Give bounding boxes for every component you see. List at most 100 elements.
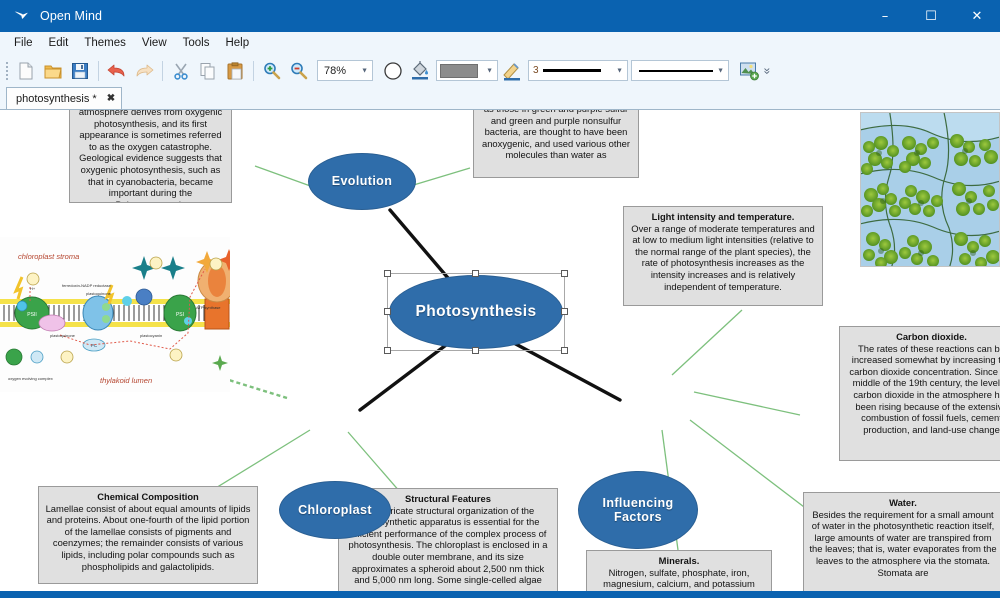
border-style-preview — [639, 69, 713, 72]
menu-help[interactable]: Help — [217, 35, 257, 51]
note-text: as those in green and purple sulfur and … — [481, 110, 630, 161]
note-chemical-composition[interactable]: Chemical Composition Lamellae consist of… — [38, 486, 258, 584]
node-evolution[interactable]: Evolution — [308, 153, 416, 210]
cut-button[interactable] — [168, 58, 194, 84]
undo-button[interactable] — [104, 58, 130, 84]
clipboard-paste-icon — [227, 61, 243, 79]
note-text: The rates of these reactions can be incr… — [849, 342, 1000, 435]
note-title: Chemical Composition — [97, 491, 199, 502]
toolbar: 78% ▼ ▼ 3 ▼ ▼ » — [0, 54, 1000, 87]
svg-text:ferredoxin-NADP reductase: ferredoxin-NADP reductase — [62, 283, 112, 288]
fill-color-button[interactable] — [407, 58, 433, 84]
copy-button[interactable] — [195, 58, 221, 84]
bottom-status-strip — [0, 591, 1000, 598]
ellipse-shape-button[interactable] — [380, 58, 406, 84]
note-oxygen-atmosphere[interactable]: atmosphere derives from oxygenic photosy… — [69, 109, 232, 203]
note-light-intensity[interactable]: Light intensity and temperature. Over a … — [623, 206, 823, 306]
zoom-in-button[interactable] — [259, 58, 285, 84]
resize-handle-s[interactable] — [472, 347, 479, 354]
menu-tools[interactable]: Tools — [175, 35, 218, 51]
svg-text:oxygen evolving complex: oxygen evolving complex — [8, 376, 53, 381]
resize-handle-w[interactable] — [384, 308, 391, 315]
node-chloroplast[interactable]: Chloroplast — [279, 481, 391, 539]
toolbar-grip[interactable] — [3, 60, 10, 82]
svg-text:thylakoid lumen: thylakoid lumen — [100, 376, 152, 385]
note-anoxygenic-bacteria[interactable]: as those in green and purple sulfur and … — [473, 110, 639, 178]
toolbar-overflow-button[interactable]: » — [760, 64, 774, 78]
save-button[interactable] — [67, 58, 93, 84]
overflow-chevron-icon: » — [760, 67, 775, 74]
open-folder-button[interactable] — [40, 58, 66, 84]
note-title: Water. — [889, 497, 917, 508]
app-logo-icon — [9, 3, 35, 29]
menu-themes[interactable]: Themes — [76, 35, 134, 51]
image-thylakoid-diagram[interactable]: PSII PSI PC chloroplast stroma thylakoid… — [0, 237, 230, 392]
note-text: atmosphere derives from oxygenic photosy… — [78, 109, 223, 202]
maximize-button[interactable]: ☐ — [908, 0, 954, 32]
ellipse-shape-icon — [384, 61, 402, 80]
resize-handle-nw[interactable] — [384, 270, 391, 277]
image-chloroplast-micrograph[interactable] — [860, 112, 1000, 267]
note-carbon-dioxide[interactable]: Carbon dioxide. The rates of these react… — [839, 326, 1000, 461]
copy-icon — [200, 62, 215, 79]
node-label: Influencing Factors — [602, 495, 674, 524]
new-document-button[interactable] — [13, 58, 39, 84]
resize-handle-e[interactable] — [561, 308, 568, 315]
note-water[interactable]: Water. Besides the requirement for a sma… — [803, 492, 1000, 597]
window-controls: – ☐ ✕ — [862, 0, 1000, 32]
open-folder-icon — [44, 65, 62, 78]
line-color-button[interactable] — [499, 58, 525, 84]
note-title: Carbon dioxide. — [896, 331, 967, 342]
redo-button[interactable] — [131, 58, 157, 84]
chevron-down-icon: ▼ — [616, 67, 623, 74]
floppy-save-icon — [72, 62, 88, 79]
redo-arrow-icon — [136, 64, 154, 76]
toolbar-separator — [253, 60, 254, 81]
selection-frame — [384, 270, 568, 354]
resize-handle-sw[interactable] — [384, 347, 391, 354]
resize-handle-ne[interactable] — [561, 270, 568, 277]
svg-text:PC: PC — [91, 343, 98, 348]
window-title: Open Mind — [40, 9, 103, 23]
menu-file[interactable]: File — [6, 35, 41, 51]
svg-text:PSII: PSII — [27, 312, 36, 318]
note-text: Nitrogen, sulfate, phosphate, iron, magn… — [603, 566, 755, 590]
note-title: Minerals. — [658, 555, 700, 566]
tab-close-icon[interactable]: ✖ — [107, 93, 115, 104]
line-width-combobox[interactable]: 3 ▼ — [528, 60, 628, 81]
insert-image-button[interactable] — [736, 58, 762, 84]
zoom-level-value: 78% — [324, 64, 347, 77]
magnifier-plus-icon — [264, 62, 281, 79]
scissors-icon — [174, 63, 188, 80]
toolbar-separator — [162, 60, 163, 81]
resize-handle-se[interactable] — [561, 347, 568, 354]
chevron-down-icon: ▼ — [361, 67, 368, 74]
chevron-down-icon: ▼ — [486, 67, 493, 74]
paste-button[interactable] — [222, 58, 248, 84]
close-icon: ✕ — [971, 8, 983, 24]
note-title: Light intensity and temperature. — [651, 211, 795, 222]
minimize-button[interactable]: – — [862, 0, 908, 32]
svg-text:ATP synthase: ATP synthase — [196, 305, 221, 310]
close-button[interactable]: ✕ — [954, 0, 1000, 32]
resize-handle-n[interactable] — [472, 270, 479, 277]
open-mind-window: Open Mind – ☐ ✕ File Edit Themes View To… — [0, 0, 1000, 598]
svg-text:PSI: PSI — [176, 312, 184, 318]
menu-edit[interactable]: Edit — [41, 35, 77, 51]
node-label: Chloroplast — [298, 502, 372, 517]
menu-bar: File Edit Themes View Tools Help — [0, 32, 1000, 54]
paint-bucket-icon — [412, 60, 428, 79]
chevron-down-icon: ▼ — [717, 67, 724, 74]
tab-photosynthesis[interactable]: photosynthesis * ✖ — [6, 87, 123, 109]
zoom-level-combobox[interactable]: 78% ▼ — [317, 60, 373, 81]
fill-color-combobox[interactable]: ▼ — [436, 60, 498, 81]
node-label: Evolution — [331, 174, 393, 189]
menu-view[interactable]: View — [134, 35, 175, 51]
node-influencing-factors[interactable]: Influencing Factors — [578, 471, 698, 549]
zoom-out-button[interactable] — [286, 58, 312, 84]
insert-image-icon — [740, 62, 759, 80]
border-style-combobox[interactable]: ▼ — [631, 60, 729, 81]
svg-text:chloroplast stroma: chloroplast stroma — [18, 252, 79, 261]
svg-text:plastocyanin: plastocyanin — [140, 333, 162, 338]
mindmap-canvas[interactable]: atmosphere derives from oxygenic photosy… — [0, 109, 1000, 598]
